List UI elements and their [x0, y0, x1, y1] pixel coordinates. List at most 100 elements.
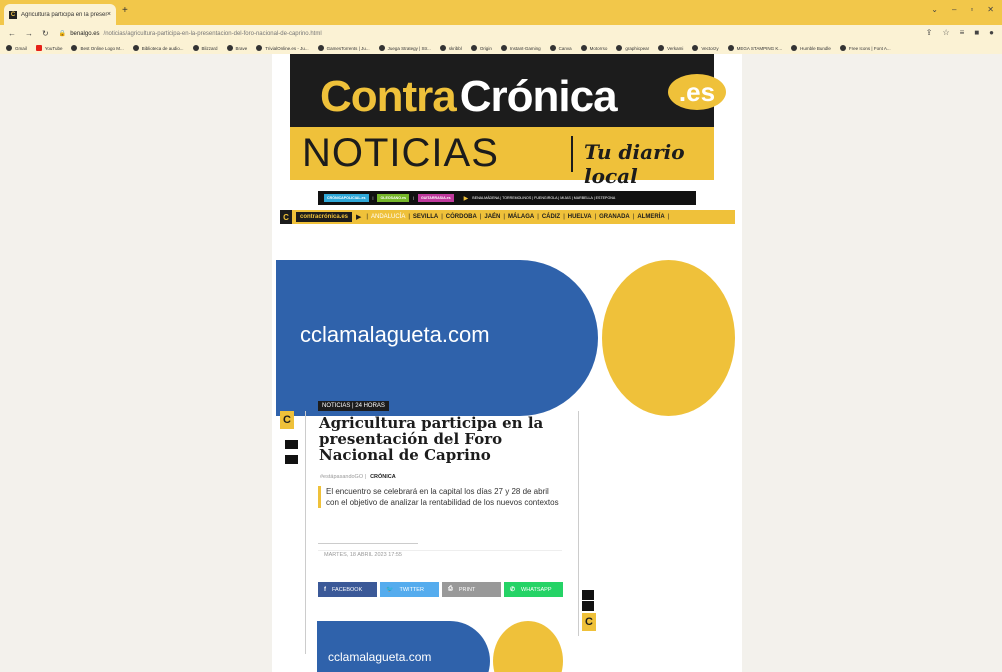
sidepanel-icon[interactable]: ■ — [974, 28, 979, 37]
minimize-icon[interactable]: – — [952, 5, 956, 14]
region-link-cordoba[interactable]: CÓRDOBA — [444, 214, 479, 220]
lock-icon[interactable]: 🔒 — [59, 30, 66, 37]
bookmark-item[interactable]: Blizzard — [192, 45, 218, 51]
back-icon[interactable]: ← — [8, 29, 16, 38]
side-logo-icon: C — [280, 411, 294, 429]
region-link-jaen[interactable]: JAÉN — [482, 214, 502, 220]
bookmark-item[interactable]: Verkami — [658, 45, 683, 51]
bookmark-item[interactable]: Best Online Logo M... — [71, 45, 124, 51]
address-bar-row: ← → ↻ 🔒 benalgo.es/noticias/agricultura-… — [0, 25, 1002, 42]
close-window-icon[interactable]: ✕ — [987, 5, 994, 14]
bookmark-star-icon[interactable]: ☆ — [942, 28, 949, 37]
regions-nav: C contracrónica.es ▶ | ANDALUCÍA | SEVIL… — [280, 210, 735, 224]
share-whatsapp-button[interactable]: ✆ WHATSAPP — [504, 582, 563, 597]
bookmark-item[interactable]: TrivialOnline.es - Ju... — [256, 45, 309, 51]
site-favicon-icon: C — [9, 10, 17, 19]
article-tags: #estápasandoGO | CRÓNICA — [320, 474, 396, 480]
sister-site-link[interactable]: OLEOSANO.es — [377, 194, 410, 202]
browser-tab[interactable]: C Agricultura participa en la presen × — [4, 4, 116, 25]
right-divider — [578, 411, 579, 636]
print-icon: ⎙ — [448, 586, 453, 592]
new-tab-button[interactable]: + — [122, 5, 128, 16]
brand-c-icon: C — [280, 210, 292, 224]
bookmarks-bar: Gmail YouTube Best Online Logo M... Bibl… — [0, 42, 1002, 54]
ad-yellow-circle — [493, 621, 563, 672]
bookmark-item[interactable]: YouTube — [35, 45, 62, 51]
sister-site-link[interactable]: GUITARRASIA.es — [417, 194, 454, 202]
site-logo[interactable]: ContraCrónica — [320, 72, 618, 122]
divider — [318, 543, 418, 544]
globe-icon — [226, 45, 233, 51]
bookmark-item[interactable]: Vectorzy — [692, 45, 719, 51]
globe-icon — [378, 45, 385, 51]
region-link-andalucia[interactable]: ANDALUCÍA — [369, 214, 407, 220]
profile-avatar-icon[interactable]: ● — [989, 28, 994, 37]
globe-icon — [727, 45, 734, 51]
bookmark-item[interactable]: Gmail — [6, 45, 27, 51]
region-link-granada[interactable]: GRANADA — [597, 214, 632, 220]
side-block-icon — [582, 590, 594, 600]
globe-icon — [839, 45, 846, 51]
url-field[interactable]: 🔒 benalgo.es/noticias/agricultura-partic… — [59, 30, 322, 38]
globe-icon — [791, 45, 798, 51]
globe-icon — [580, 45, 587, 51]
bookmark-item[interactable]: MEGA STAMPING K... — [727, 45, 782, 51]
forward-icon[interactable]: → — [25, 29, 33, 38]
bookmark-item[interactable]: GamesTorrents | Ju... — [317, 45, 370, 51]
maximize-icon[interactable]: ▫ — [970, 5, 973, 14]
close-tab-icon[interactable]: × — [107, 11, 111, 18]
bookmark-item[interactable]: Canva — [549, 45, 572, 51]
globe-icon — [658, 45, 665, 51]
ad-yellow-circle — [602, 260, 735, 416]
bookmark-item[interactable]: Brave — [226, 45, 247, 51]
bookmark-item[interactable]: Juega Strategy | Str... — [378, 45, 431, 51]
masthead-divider — [571, 136, 573, 172]
side-block-icon — [285, 440, 298, 449]
share-twitter-button[interactable]: 🐦 TWITTER — [380, 582, 439, 597]
masthead-banner[interactable]: ContraCrónica .es NOTICIAS Tu diario loc… — [290, 54, 726, 188]
bookmark-item[interactable]: graphicpear — [616, 45, 649, 51]
share-page-icon[interactable]: ⇪ — [926, 28, 933, 37]
article-category[interactable]: CRÓNICA — [370, 474, 396, 480]
divider — [318, 550, 562, 551]
bookmark-item[interactable]: Instant-Gaming — [500, 45, 541, 51]
globe-icon — [192, 45, 199, 51]
whatsapp-icon: ✆ — [510, 587, 516, 593]
bookmark-item[interactable]: Humble Bundle — [791, 45, 831, 51]
towns-links[interactable]: BENALMÁDENA | TORREMOLINOS | FUENGIROLA … — [472, 196, 615, 200]
article-hashtag[interactable]: #estápasandoGO | — [320, 474, 366, 480]
print-button[interactable]: ⎙ PRINT — [442, 582, 501, 597]
bookmark-item[interactable]: Free Icons | Font A... — [839, 45, 891, 51]
bookmark-item[interactable]: Origin — [470, 45, 492, 51]
ad-blue-shape — [317, 621, 490, 672]
play-icon: ▶ — [356, 214, 362, 221]
reload-icon[interactable]: ↻ — [42, 29, 49, 38]
logo-contra: Contra — [320, 72, 457, 121]
region-link-huelva[interactable]: HUELVA — [566, 214, 594, 220]
region-link-malaga[interactable]: MÁLAGA — [506, 214, 536, 220]
ad-banner-2[interactable]: cclamalagueta.com — [317, 621, 563, 672]
logo-cronica: Crónica — [459, 72, 618, 121]
bookmark-item[interactable]: Motorrso — [580, 45, 607, 51]
sister-site-link[interactable]: CRÓNICAPOLICIAL.es — [324, 194, 369, 202]
share-facebook-button[interactable]: f FACEBOOK — [318, 582, 377, 597]
ad-text: cclamalagueta.com — [300, 322, 490, 347]
tab-search-icon[interactable]: ⌄ — [931, 5, 938, 14]
globe-icon — [256, 45, 263, 51]
region-link-almeria[interactable]: ALMERÍA — [635, 214, 666, 220]
bookmark-item[interactable]: Biblioteca de audio... — [132, 45, 184, 51]
regions-brand-link[interactable]: contracrónica.es — [296, 212, 353, 222]
gmail-icon — [6, 45, 12, 51]
region-link-cadiz[interactable]: CÁDIZ — [540, 214, 562, 220]
region-link-sevilla[interactable]: SEVILLA — [411, 214, 440, 220]
article-section-label[interactable]: NOTICIAS | 24 HORAS — [318, 401, 389, 411]
url-host: benalgo.es — [70, 30, 100, 37]
reading-list-icon[interactable]: ≡ — [960, 28, 965, 37]
side-block-icon — [582, 601, 594, 611]
globe-icon — [616, 45, 623, 51]
globe-icon — [71, 45, 78, 51]
bookmark-item[interactable]: skribbl — [439, 45, 462, 51]
ad-text: cclamalagueta.com — [328, 650, 432, 664]
article-headline: Agricultura participa en la presentación… — [319, 414, 544, 464]
ad-banner[interactable]: cclamalagueta.com — [276, 260, 742, 416]
